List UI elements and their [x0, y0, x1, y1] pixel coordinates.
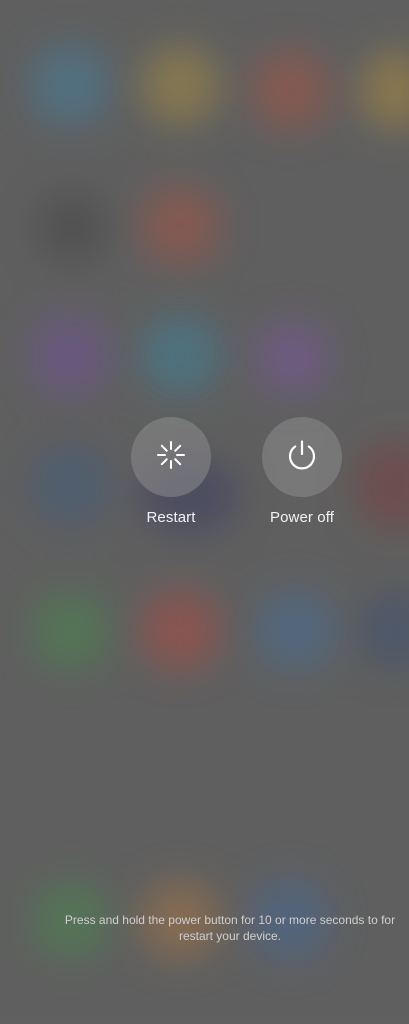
restart-spinner-icon [154, 438, 188, 477]
hint-line-2: restart your device. [178, 929, 282, 943]
hint-line-1: Press and hold the power button for 10 o… [64, 913, 396, 927]
power-off-label[interactable]: Power off [242, 509, 362, 526]
power-menu-screen: Restart Power off Press and hold the pow… [0, 0, 409, 1024]
restart-label[interactable]: Restart [111, 509, 231, 526]
restart-button[interactable] [131, 417, 211, 497]
power-off-button[interactable] [262, 417, 342, 497]
power-icon [284, 437, 320, 478]
force-restart-hint: Press and hold the power button for 10 o… [40, 912, 409, 944]
